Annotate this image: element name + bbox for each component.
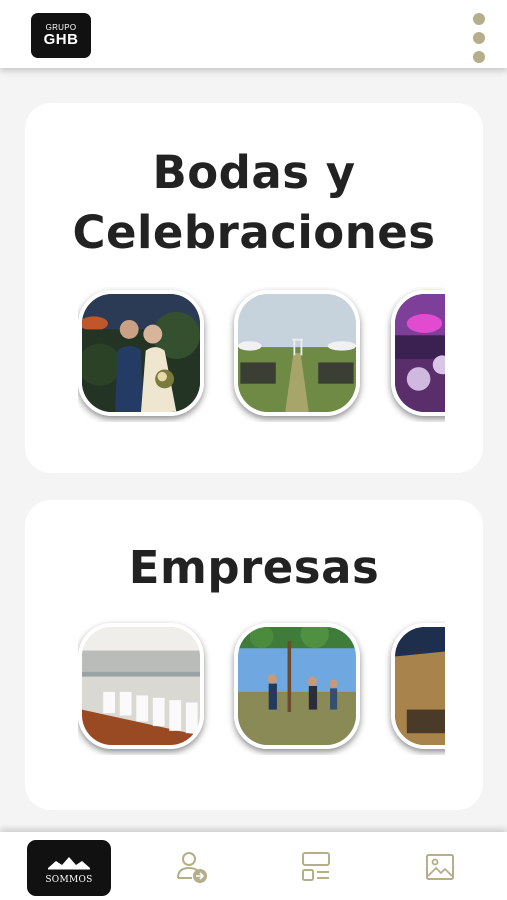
- companies-title: Empresas: [128, 541, 380, 594]
- layout-icon[interactable]: [299, 850, 333, 884]
- sommos-brand-label: SOMMOS: [45, 875, 93, 885]
- weddings-card[interactable]: Bodas y Celebraciones: [25, 103, 483, 473]
- menu-dot: [473, 32, 485, 44]
- banquet-hall-photo[interactable]: [391, 290, 445, 416]
- logo-line-2: GHB: [43, 31, 79, 48]
- building-exterior-photo[interactable]: [391, 623, 445, 749]
- kebab-menu-icon[interactable]: [466, 10, 492, 66]
- menu-dot: [473, 51, 485, 63]
- weddings-thumbnail-carousel[interactable]: [78, 287, 445, 422]
- grupo-ghb-logo[interactable]: GRUPO GHB: [31, 13, 91, 58]
- gallery-icon[interactable]: [423, 850, 457, 884]
- segway-activity-photo[interactable]: [234, 623, 360, 749]
- menu-dot: [473, 13, 485, 25]
- companies-card[interactable]: Empresas: [25, 500, 483, 810]
- bottom-navigation: SOMMOS: [0, 832, 507, 900]
- companies-thumbnail-carousel[interactable]: [78, 620, 445, 755]
- user-login-icon[interactable]: [175, 850, 209, 884]
- conference-room-photo[interactable]: [78, 623, 204, 749]
- weddings-title-line-1: Bodas y: [152, 146, 356, 199]
- top-bar: GRUPO GHB: [0, 0, 507, 68]
- sommos-emblem-icon: [48, 857, 90, 870]
- weddings-title: Bodas y Celebraciones: [25, 143, 483, 263]
- wedding-couple-photo[interactable]: [78, 290, 204, 416]
- outdoor-ceremony-photo[interactable]: [234, 290, 360, 416]
- home-logo-icon[interactable]: SOMMOS: [27, 840, 111, 896]
- weddings-title-line-2: Celebraciones: [72, 206, 436, 259]
